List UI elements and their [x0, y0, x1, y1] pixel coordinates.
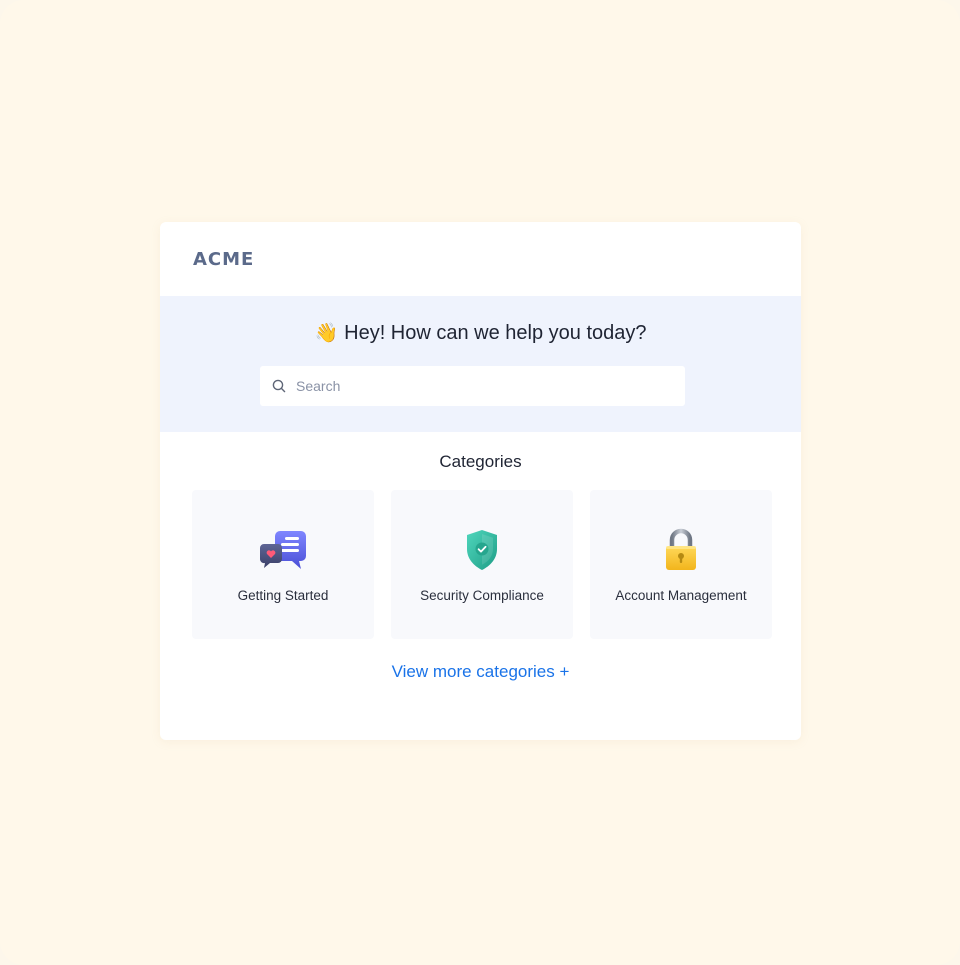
category-label: Getting Started: [237, 588, 329, 603]
chat-bubbles-icon: [259, 531, 306, 569]
padlock-icon: [666, 528, 696, 570]
search-box[interactable]: [260, 366, 685, 406]
header: ACME: [160, 222, 801, 296]
category-tiles: Getting Started Security Compliance Acco…: [192, 490, 772, 639]
waving-hand-icon: 👋: [314, 323, 339, 344]
category-label: Security Compliance: [420, 588, 544, 603]
greeting-heading: 👋 Hey! How can we help you today?: [160, 322, 801, 345]
categories-title: Categories: [439, 452, 522, 471]
category-tile-account-management[interactable]: Account Management: [590, 490, 772, 639]
category-label: Account Management: [615, 588, 747, 603]
view-more-categories-link[interactable]: View more categories +: [160, 662, 801, 682]
shield-check-icon: [467, 530, 497, 570]
page-background: ACME 👋 Hey! How can we help you today? C…: [0, 0, 960, 965]
help-center-card: ACME 👋 Hey! How can we help you today? C…: [160, 222, 801, 740]
acme-logo[interactable]: ACME: [193, 249, 254, 270]
greeting-text: Hey! How can we help you today?: [344, 322, 647, 344]
hero-section: 👋 Hey! How can we help you today?: [160, 296, 801, 432]
search-icon: [272, 379, 286, 393]
category-tile-getting-started[interactable]: Getting Started: [192, 490, 374, 639]
search-input[interactable]: [294, 377, 658, 395]
category-tile-security-compliance[interactable]: Security Compliance: [391, 490, 573, 639]
